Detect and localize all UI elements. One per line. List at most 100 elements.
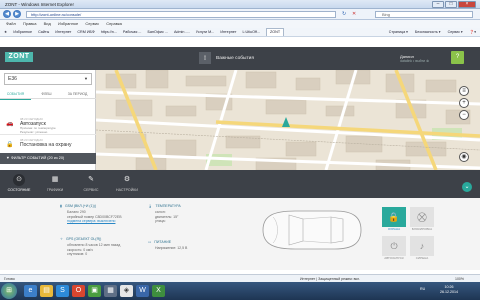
tab-label: СОСТОЯНИЕ bbox=[7, 188, 31, 192]
clock-date: 26.12.2014 bbox=[440, 290, 458, 294]
guard-control[interactable]: 🔒 ОХРАНА bbox=[382, 207, 406, 233]
language-indicator[interactable]: RU bbox=[420, 287, 425, 291]
app-icon[interactable]: ▣ bbox=[88, 285, 101, 297]
car-outline bbox=[262, 210, 362, 250]
fav-item[interactable]: CRM ИБФ bbox=[77, 28, 94, 36]
thermometer-icon: 🌡 bbox=[148, 204, 153, 208]
app-icon[interactable]: ▦ bbox=[104, 285, 117, 297]
word-icon[interactable]: W bbox=[136, 285, 149, 297]
gsm-section: ▮ GSM (Вкл.(+и (1))) Баланс 290 серийный … bbox=[60, 204, 155, 224]
fav-item[interactable]: Интернет bbox=[55, 28, 71, 36]
zont-logo[interactable]: ZONT bbox=[5, 52, 33, 62]
fav-item[interactable]: Admin -... bbox=[174, 28, 190, 36]
opera-icon[interactable]: O bbox=[72, 285, 85, 297]
security-menu[interactable]: Безопасность ▾ bbox=[415, 30, 441, 34]
status-text: Готово bbox=[4, 277, 15, 281]
favorites-star-icon[interactable]: ★ bbox=[4, 28, 7, 36]
logout-link[interactable]: datalink • выйти ⊗ bbox=[400, 59, 429, 64]
gps-header: ✧ GPS (объект Ol(я)) bbox=[60, 237, 102, 241]
excel-icon[interactable]: X bbox=[152, 285, 165, 297]
events-label[interactable]: Важные события bbox=[216, 56, 254, 61]
tab-charts[interactable]: ▦ ГРАФИКИ bbox=[40, 173, 70, 195]
gsm-server-link[interactable]: подмена сервера: выключено bbox=[67, 219, 155, 224]
device-select[interactable]: Е36 ▼ bbox=[4, 73, 92, 85]
fav-item[interactable]: Интернет bbox=[220, 28, 236, 36]
status-bar: Готово Интернет | Защищенный режим: вкл.… bbox=[0, 274, 480, 282]
help-button[interactable]: ? bbox=[451, 51, 464, 64]
menu-edit[interactable]: Правка bbox=[23, 21, 37, 26]
address-bar: ◀ ▶ http://zont-online.ru/console/ ↻ ✕ B… bbox=[0, 9, 480, 20]
url-input[interactable]: http://zont-online.ru/console/ bbox=[26, 10, 336, 18]
car-icon: 🚗 bbox=[6, 121, 14, 127]
stop-icon[interactable]: ✕ bbox=[352, 11, 356, 17]
menu-favorites[interactable]: Избранное bbox=[58, 21, 78, 26]
page-menu[interactable]: Страница ▾ bbox=[389, 30, 408, 34]
filter-label: ФИЛЬТР СОБЫТИЙ (20 из 20) bbox=[10, 156, 65, 160]
map[interactable] bbox=[96, 70, 480, 170]
tab-zont[interactable]: ZONT bbox=[266, 28, 285, 36]
back-icon[interactable]: ◀ bbox=[3, 10, 11, 18]
gps-section: ✧ GPS (объект Ol(я)) обновлено 8 часов 12… bbox=[60, 237, 155, 257]
start-button[interactable]: ⊞ bbox=[1, 283, 17, 299]
help-menu[interactable]: ❓▾ bbox=[470, 30, 476, 34]
tab-flash[interactable]: ФЛЕШ bbox=[31, 89, 62, 99]
siren-control[interactable]: ♪ СИРЕНА bbox=[410, 236, 434, 262]
event-item[interactable]: 🚗 08:23 СЕГОДНЯ Автозапуск Причина: по т… bbox=[0, 115, 96, 135]
ie-icon[interactable]: e bbox=[24, 285, 37, 297]
locate-icon[interactable]: ◉ bbox=[459, 152, 469, 162]
app-icon[interactable]: ◈ bbox=[120, 285, 133, 297]
clock[interactable]: 10:26 26.12.2014 bbox=[440, 285, 458, 295]
forward-icon[interactable]: ▶ bbox=[13, 10, 21, 18]
fav-item[interactable]: L:UtiuOff... bbox=[242, 28, 260, 36]
state-icon: ⊙ bbox=[13, 174, 25, 186]
minimize-button[interactable]: – bbox=[432, 1, 444, 8]
menu-tools[interactable]: Сервис bbox=[85, 21, 99, 26]
zoom-out-button[interactable]: − bbox=[459, 110, 469, 120]
fav-item[interactable]: Услуги М... bbox=[196, 28, 215, 36]
app-header: ZONT ▯ Важные события Даниил datalink • … bbox=[0, 47, 480, 70]
tab-events[interactable]: СОБЫТИЯ bbox=[0, 89, 31, 100]
block-control[interactable]: ⛒ БЛОКИРОВКА bbox=[410, 207, 434, 233]
events-tabs: СОБЫТИЯ ФЛЕШ ЗА ПЕРИОД bbox=[0, 89, 96, 100]
zoom-in-button[interactable]: + bbox=[459, 98, 469, 108]
events-icon[interactable]: ▯ bbox=[199, 52, 211, 64]
autostart-control[interactable]: ⏻ АВТОЗАПУСК bbox=[382, 236, 406, 262]
tab-state[interactable]: ⊙ СОСТОЯНИЕ bbox=[4, 173, 34, 195]
fav-item[interactable]: БанОфис ... bbox=[148, 28, 168, 36]
tools-menu[interactable]: Сервис ▾ bbox=[448, 30, 463, 34]
temp-outside: улица: bbox=[155, 219, 166, 223]
siren-label: СИРЕНА bbox=[415, 256, 429, 260]
siren-icon: ♪ bbox=[410, 236, 434, 256]
collapse-button[interactable]: ⌄ bbox=[462, 182, 472, 192]
maximize-button[interactable]: □ bbox=[445, 1, 457, 8]
lock-icon: 🔒 bbox=[6, 142, 14, 148]
search-input[interactable]: Bing bbox=[375, 10, 473, 18]
device-name: Е36 bbox=[8, 76, 17, 82]
tab-period[interactable]: ЗА ПЕРИОД bbox=[62, 89, 93, 99]
skype-icon[interactable]: S bbox=[56, 285, 69, 297]
event-desc: Причина: по температуре Результат: успеш… bbox=[20, 126, 56, 134]
tab-settings[interactable]: ⚙ НАСТРОЙКИ bbox=[112, 173, 142, 195]
fav-item[interactable]: https://n... bbox=[101, 28, 117, 36]
chart-icon: ▦ bbox=[51, 176, 59, 183]
menu-help[interactable]: Справка bbox=[106, 21, 122, 26]
power-icon: ⏻ bbox=[382, 236, 406, 256]
temperature-section: 🌡 ТЕМПЕРАТУРА салон: двигатель: 15° улица… bbox=[148, 204, 238, 224]
tab-service[interactable]: ✎ СЕРВИС bbox=[76, 173, 106, 195]
layers-icon[interactable]: ≡ bbox=[459, 86, 469, 96]
refresh-icon[interactable]: ↻ bbox=[342, 11, 346, 17]
tab-label: НАСТРОЙКИ bbox=[116, 188, 138, 192]
fav-item[interactable]: Избранное bbox=[13, 28, 32, 36]
fav-item[interactable]: Сайты bbox=[38, 28, 49, 36]
close-button[interactable]: × bbox=[458, 1, 476, 8]
power-voltage: Напряжение: 12,5 В bbox=[155, 246, 188, 250]
temperature-header: 🌡 ТЕМПЕРАТУРА bbox=[148, 204, 181, 208]
menu-file[interactable]: Файл bbox=[6, 21, 16, 26]
events-filter-bar[interactable]: ▼ ФИЛЬТР СОБЫТИЙ (20 из 20) bbox=[0, 153, 96, 164]
folder-icon[interactable]: ▤ bbox=[40, 285, 53, 297]
fav-item[interactable]: Рабочая ... bbox=[123, 28, 142, 36]
autostart-label: АВТОЗАПУСК bbox=[384, 256, 404, 260]
vehicle-marker-icon[interactable] bbox=[282, 117, 290, 127]
menu-view[interactable]: Вид bbox=[44, 21, 51, 26]
tab-label: СЕРВИС bbox=[83, 188, 99, 192]
